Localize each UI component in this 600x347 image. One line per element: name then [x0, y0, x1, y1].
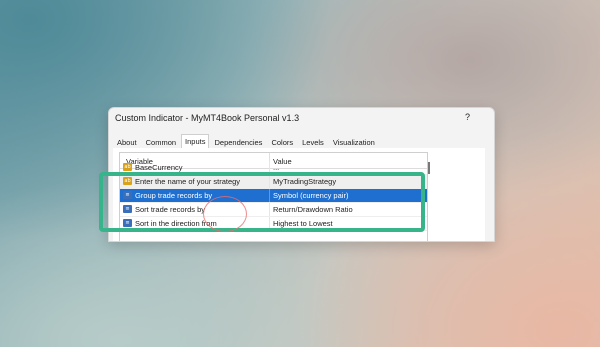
- tab-common[interactable]: Common: [142, 135, 180, 149]
- tab-about[interactable]: About: [113, 135, 141, 149]
- tab-bar: About Common Inputs Dependencies Colors …: [113, 134, 375, 150]
- variable-name: BaseCurrency: [135, 163, 183, 172]
- window-title: Custom Indicator - MyMT4Book Personal v1…: [115, 113, 300, 123]
- help-button[interactable]: ?: [465, 112, 470, 122]
- abc-icon: ab: [123, 163, 132, 171]
- tab-dependencies[interactable]: Dependencies: [210, 135, 266, 149]
- tab-levels[interactable]: Levels: [298, 135, 328, 149]
- variable-value[interactable]: ...: [273, 163, 279, 172]
- tab-colors[interactable]: Colors: [267, 135, 297, 149]
- cursor-click-ring: [203, 196, 247, 232]
- vertical-scrollbar[interactable]: [427, 162, 433, 241]
- scrollbar-thumb[interactable]: [428, 162, 430, 174]
- tab-visualization[interactable]: Visualization: [329, 135, 379, 149]
- annotation-highlight-frame: [99, 172, 425, 232]
